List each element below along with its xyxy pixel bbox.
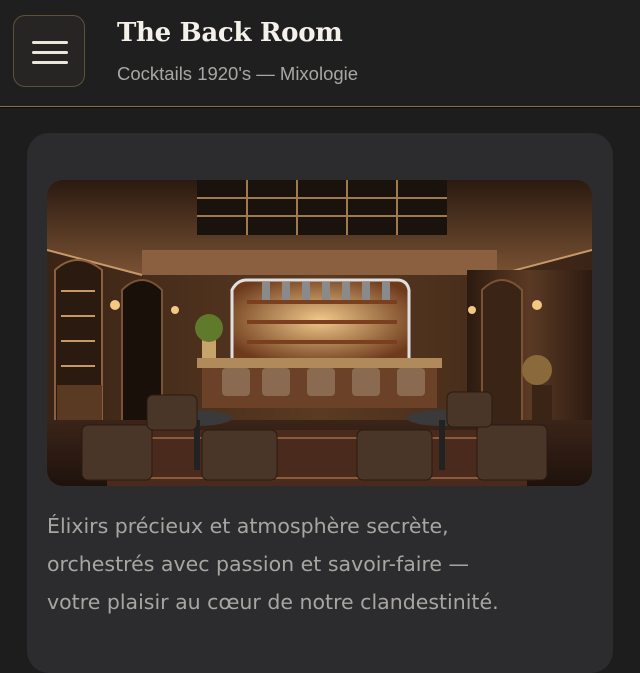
menu-button[interactable]	[13, 15, 85, 87]
page-subtitle: Cocktails 1920's — Mixologie	[117, 63, 359, 84]
description-line: Élixirs précieux et atmosphère secrète,	[47, 514, 449, 538]
page-title: The Back Room	[117, 18, 343, 48]
description-line: orchestrés avec passion et savoir-faire …	[47, 552, 470, 576]
bar-interior-photo	[47, 180, 592, 486]
top-app-bar: The Back Room Cocktails 1920's — Mixolog…	[0, 0, 640, 107]
card-description: Élixirs précieux et atmosphère secrète, …	[47, 507, 607, 621]
description-line: votre plaisir au cœur de notre clandesti…	[47, 590, 499, 614]
